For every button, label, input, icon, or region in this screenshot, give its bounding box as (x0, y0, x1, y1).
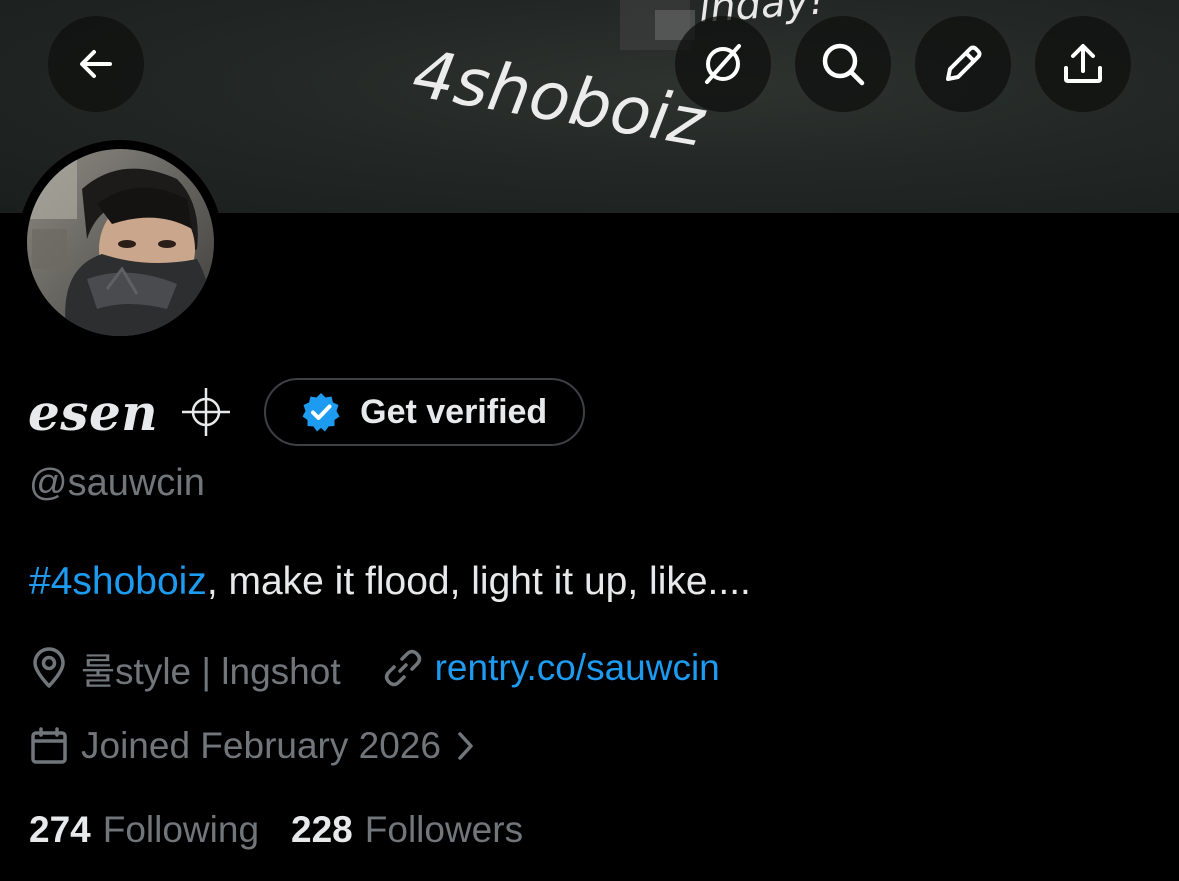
get-verified-button[interactable]: Get verified (264, 378, 586, 446)
bio-text: , make it flood, light it up, like.... (206, 560, 751, 603)
edit-profile-button[interactable] (915, 16, 1011, 112)
banner-text: 4shoboiz (407, 35, 711, 162)
link-icon (384, 649, 421, 687)
following-stat[interactable]: 274 Following (29, 809, 259, 851)
location-text: 룰style | lngshot (81, 651, 341, 692)
arrow-left-icon (80, 50, 112, 78)
verified-badge-icon (302, 393, 340, 432)
website-link[interactable]: rentry.co/sauwcin (435, 647, 720, 689)
share-button[interactable] (1035, 16, 1131, 112)
followers-stat[interactable]: 228 Followers (291, 809, 523, 851)
share-icon (1064, 44, 1102, 83)
chevron-right-icon (458, 732, 473, 760)
bio-hashtag-link[interactable]: #4shoboiz (29, 560, 207, 603)
followers-count: 228 (291, 809, 353, 850)
following-label: Following (102, 809, 260, 850)
name-row: esen Get verified (28, 376, 586, 448)
avatar[interactable] (18, 140, 223, 345)
grok-icon (705, 44, 741, 84)
joined-date: Joined February 2026 (81, 725, 441, 766)
display-name: esen (28, 382, 159, 442)
search-button[interactable] (795, 16, 891, 112)
follow-stats: 274 Following 228 Followers (29, 805, 523, 855)
avatar-image (27, 149, 214, 336)
grok-button[interactable] (675, 16, 771, 112)
following-count: 274 (29, 809, 91, 850)
get-verified-label: Get verified (360, 392, 548, 431)
followers-label: Followers (364, 809, 524, 850)
username-handle: @sauwcin (29, 462, 205, 504)
location-pin-icon (33, 647, 65, 688)
search-icon (822, 43, 865, 86)
crosshair-icon (182, 388, 231, 436)
profile-meta-row: 룰style | lngshot rentry.co/sauwcin (29, 642, 720, 694)
profile-page: inday! 4shoboiz esen Get verified @sauwc… (0, 0, 1179, 881)
joined-row[interactable]: Joined February 2026 (29, 720, 477, 772)
calendar-icon (31, 727, 67, 764)
pencil-icon (946, 45, 982, 81)
bio: #4shoboiz, make it flood, light it up, l… (29, 560, 751, 604)
back-button[interactable] (48, 16, 144, 112)
